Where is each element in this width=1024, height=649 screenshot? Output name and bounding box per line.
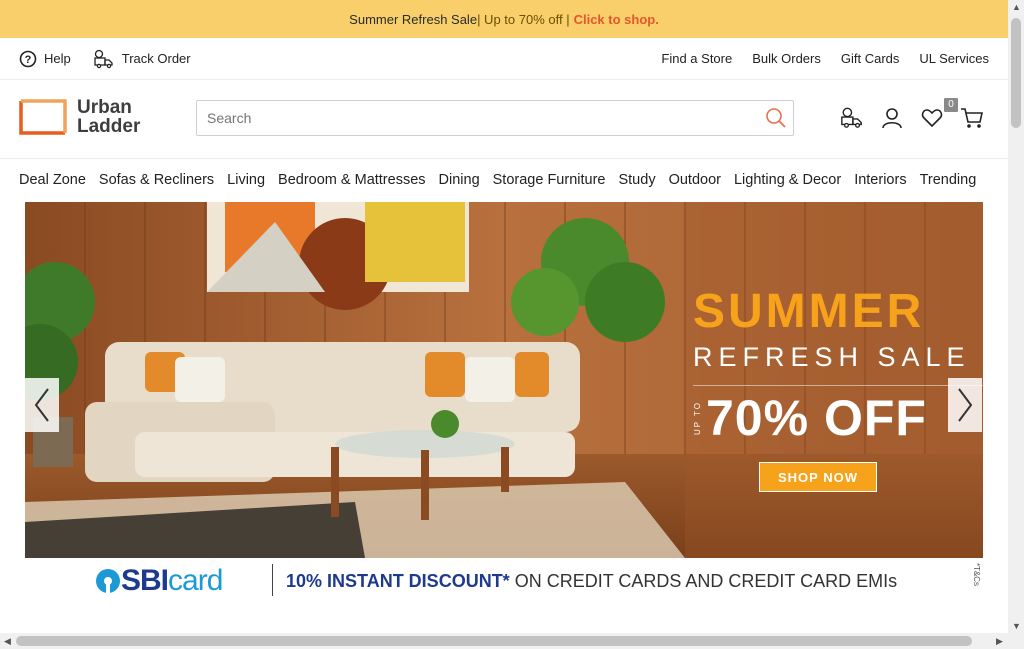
user-icon xyxy=(882,108,902,129)
utility-bar: ? Help Track Order Find a Store Bulk Ord… xyxy=(0,38,1008,80)
promo-bar[interactable]: Summer Refresh Sale | Up to 70% off | Cl… xyxy=(0,0,1008,38)
nav-item-living[interactable]: Living xyxy=(227,172,265,188)
search-icon xyxy=(766,108,786,128)
bank-offer-text: 10% INSTANT DISCOUNT* ON CREDIT CARDS AN… xyxy=(286,571,897,592)
strip-divider xyxy=(272,564,273,596)
wishlist-button[interactable]: 0 xyxy=(920,98,958,130)
logo-line-2: Ladder xyxy=(77,116,141,137)
nav-item-study[interactable]: Study xyxy=(618,172,655,188)
nav-item-dining[interactable]: Dining xyxy=(439,172,480,188)
nav-item-outdoor[interactable]: Outdoor xyxy=(669,172,721,188)
delivery-truck-icon xyxy=(94,49,113,68)
sbi-brand-text: SBI xyxy=(121,564,169,597)
nav-item-lighting[interactable]: Lighting & Decor xyxy=(734,172,841,188)
track-order-icon-button[interactable] xyxy=(840,106,864,130)
cart-button[interactable] xyxy=(960,106,984,130)
nav-item-trending[interactable]: Trending xyxy=(920,172,977,188)
sbi-card-text: card xyxy=(168,564,223,597)
vertical-scroll-thumb[interactable] xyxy=(1011,18,1021,128)
nav-item-deal-zone[interactable]: Deal Zone xyxy=(19,172,86,188)
search-input[interactable] xyxy=(197,102,759,134)
hero-banner[interactable]: SUMMER REFRESH SALE UP TO 70% OFF SHOP N… xyxy=(25,202,983,558)
offer-details: ON CREDIT CARDS AND CREDIT CARD EMIs xyxy=(509,571,898,591)
find-store-link[interactable]: Find a Store xyxy=(661,51,732,66)
category-nav: Deal Zone Sofas & Recliners Living Bedro… xyxy=(0,159,1008,201)
wishlist-count-badge: 0 xyxy=(944,98,958,112)
horizontal-scroll-thumb[interactable] xyxy=(16,636,972,646)
bank-offer-strip[interactable]: SBIcard 10% INSTANT DISCOUNT* ON CREDIT … xyxy=(25,558,983,603)
delivery-truck-icon xyxy=(841,107,862,128)
carousel-next-button[interactable] xyxy=(948,378,982,432)
terms-label: *T&Cs xyxy=(972,562,982,587)
brand-logo[interactable]: Urban Ladder xyxy=(19,98,140,136)
help-icon: ? xyxy=(19,50,37,67)
svg-text:?: ? xyxy=(25,54,32,66)
help-link[interactable]: ? Help xyxy=(19,50,71,68)
nav-item-storage[interactable]: Storage Furniture xyxy=(493,172,606,188)
scroll-up-icon[interactable]: ▲ xyxy=(1012,2,1021,12)
promo-offer: | Up to 70% off | xyxy=(477,11,570,27)
carousel-prev-button[interactable] xyxy=(25,378,59,432)
track-order-label: Track Order xyxy=(121,51,191,66)
scroll-right-icon[interactable]: ▶ xyxy=(996,636,1003,647)
gift-cards-link[interactable]: Gift Cards xyxy=(841,51,900,66)
chevron-right-icon xyxy=(958,388,973,422)
promo-text: Summer Refresh Sale xyxy=(349,11,478,27)
logo-line-1: Urban xyxy=(77,97,132,118)
main-header: Urban Ladder Search 0 xyxy=(0,80,1008,159)
bulk-orders-link[interactable]: Bulk Orders xyxy=(752,51,821,66)
account-button[interactable] xyxy=(880,106,904,130)
nav-item-bedroom[interactable]: Bedroom & Mattresses xyxy=(278,172,425,188)
hero-headline: SUMMER REFRESH SALE UP TO 70% OFF xyxy=(693,288,983,444)
nav-item-interiors[interactable]: Interiors xyxy=(854,172,906,188)
search-button[interactable] xyxy=(759,107,793,129)
help-label: Help xyxy=(44,51,71,66)
ul-services-link[interactable]: UL Services xyxy=(919,51,989,66)
hero-subtitle: REFRESH SALE xyxy=(693,342,971,372)
cart-icon xyxy=(961,108,983,128)
chevron-left-icon xyxy=(34,388,49,422)
search-box xyxy=(196,100,794,136)
scroll-down-icon[interactable]: ▼ xyxy=(1012,621,1021,631)
sbi-logo-icon xyxy=(96,569,120,593)
hero-discount: 70% OFF xyxy=(706,390,927,446)
logo-mark-icon xyxy=(19,99,67,135)
shop-now-button[interactable]: SHOP NOW xyxy=(759,462,877,492)
hero-title: SUMMER xyxy=(693,285,925,338)
scroll-left-icon[interactable]: ◀ xyxy=(4,636,11,647)
nav-item-sofas[interactable]: Sofas & Recliners xyxy=(99,172,214,188)
heart-icon xyxy=(921,109,943,128)
promo-cta-link[interactable]: Click to shop. xyxy=(574,12,659,27)
sbi-card-logo: SBIcard xyxy=(95,564,223,598)
offer-highlight: 10% INSTANT DISCOUNT* xyxy=(286,571,510,591)
track-order-link[interactable]: Track Order xyxy=(93,49,191,69)
hero-upto-label: UP TO xyxy=(693,400,702,435)
